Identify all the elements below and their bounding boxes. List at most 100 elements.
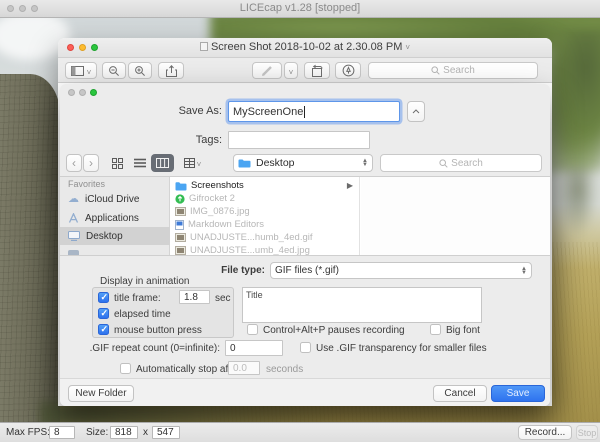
title-textarea-value: Title (246, 290, 263, 300)
preview-search-field[interactable]: Search (368, 62, 538, 79)
file-name: IMG_0876.jpg (190, 206, 250, 217)
zoom-icon[interactable] (90, 89, 97, 96)
elapsed-time-checkbox[interactable] (98, 308, 109, 319)
file-row-unadjusted-jpg[interactable]: UNADJUSTE...umb_4ed.jpg (173, 244, 359, 256)
chevron-up-icon (412, 109, 420, 114)
size-width-input[interactable]: 818 (110, 426, 138, 439)
pause-recording-label: Control+Alt+P pauses recording (263, 325, 405, 336)
max-fps-input[interactable]: 8 (49, 426, 75, 439)
markup-circle-icon (342, 64, 354, 77)
minimize-icon (79, 89, 86, 96)
file-row-unadjusted-gif[interactable]: UNADJUSTE...humb_4ed.gif (173, 231, 359, 244)
sidebar-item-label: Desktop (86, 230, 123, 242)
rotate-icon (311, 64, 322, 77)
title-chevron-icon[interactable] (405, 41, 410, 53)
favorites-sidebar: Favorites ☁ iCloud Drive Applications De… (60, 177, 170, 255)
preview-window-title: Screen Shot 2018-10-02 at 2.30.08 PM (58, 41, 552, 53)
animation-group-box: title frame: 1.8 sec elapsed time mouse … (92, 287, 234, 338)
file-row-screenshots[interactable]: Screenshots ▶ (173, 179, 359, 192)
desktop-icon (68, 231, 80, 241)
preview-titlebar: Screen Shot 2018-10-02 at 2.30.08 PM (58, 38, 552, 58)
file-row-gifrocket[interactable]: Gifrocket 2 (173, 192, 359, 205)
sidebar-item-applications[interactable]: Applications (60, 209, 170, 227)
sidebar-view-button[interactable] (65, 62, 97, 79)
auto-stop-unit: seconds (266, 364, 304, 375)
expand-panel-button[interactable] (407, 101, 425, 122)
chevron-down-icon (289, 62, 294, 80)
icon-view-button[interactable] (107, 154, 128, 172)
file-type-label: File type: (221, 265, 265, 276)
markup-toolbar-button[interactable] (335, 62, 361, 79)
licecap-titlebar: LICEcap v1.28 [stopped] (0, 0, 600, 18)
cancel-button[interactable]: Cancel (433, 385, 487, 402)
max-fps-value: 8 (54, 427, 60, 438)
rotate-button[interactable] (304, 62, 330, 79)
location-dropdown[interactable]: Desktop ▲ ▼ (233, 154, 373, 172)
pause-recording-checkbox[interactable] (247, 324, 258, 335)
image-file-icon (175, 207, 186, 216)
auto-stop-checkbox[interactable] (120, 363, 131, 374)
folder-icon (175, 181, 187, 190)
markup-pen-button[interactable] (252, 62, 282, 79)
licecap-window: LICEcap v1.28 [stopped] Screen Shot 2018… (0, 0, 600, 442)
size-times-label: x (143, 427, 148, 438)
zoom-in-button[interactable] (128, 62, 152, 79)
preview-title-text: Screen Shot 2018-10-02 at 2.30.08 PM (210, 41, 403, 53)
elapsed-time-label: elapsed time (114, 309, 171, 320)
chevron-down-icon (87, 62, 92, 80)
big-font-checkbox[interactable] (430, 324, 441, 335)
image-file-icon (175, 246, 186, 255)
title-frame-unit: sec (215, 293, 231, 304)
document-icon (175, 219, 184, 230)
title-frame-label: title frame: (114, 293, 161, 304)
size-width-value: 818 (115, 427, 132, 438)
repeat-count-value: 0 (230, 342, 236, 354)
new-folder-button[interactable]: New Folder (68, 385, 134, 402)
record-button[interactable]: Record... (518, 425, 572, 440)
close-icon (68, 89, 75, 96)
title-frame-checkbox[interactable] (98, 292, 109, 303)
mouse-button-checkbox[interactable] (98, 324, 109, 335)
save-dialog: Save As: MyScreenOne Tags: ‹ › Desktop ▲… (60, 84, 550, 406)
repeat-count-label: .GIF repeat count (0=infinite): (89, 343, 220, 354)
share-button[interactable] (158, 62, 184, 79)
back-button[interactable]: ‹ (66, 154, 82, 172)
tags-label: Tags: (195, 134, 222, 146)
auto-stop-input[interactable]: 0.0 (228, 361, 260, 375)
repeat-count-input[interactable]: 0 (225, 340, 283, 356)
file-column-empty (361, 177, 550, 255)
zoom-in-icon (135, 65, 145, 76)
gif-transparency-checkbox[interactable] (300, 342, 311, 353)
sidebar-item-partial (68, 250, 79, 255)
title-frame-input[interactable]: 1.8 (179, 290, 210, 304)
new-folder-label: New Folder (75, 388, 127, 399)
file-row-img[interactable]: IMG_0876.jpg (173, 205, 359, 218)
gif-transparency-label: Use .GIF transparency for smaller files (316, 343, 487, 354)
list-view-button[interactable] (129, 154, 150, 172)
sidebar-item-desktop[interactable]: Desktop (60, 227, 170, 245)
big-font-label: Big font (446, 325, 480, 336)
preview-toolbar: Search (58, 58, 552, 83)
licecap-title: LICEcap v1.28 [stopped] (239, 2, 361, 14)
elephant (0, 74, 60, 422)
pen-options-dropdown[interactable] (284, 62, 298, 79)
column-view-button[interactable] (151, 154, 174, 172)
stop-label: Stop (577, 427, 597, 438)
zoom-out-button[interactable] (102, 62, 126, 79)
sidebar-header: Favorites (68, 179, 106, 189)
size-height-input[interactable]: 547 (152, 426, 180, 439)
title-textarea[interactable]: Title (242, 287, 482, 323)
forward-button[interactable]: › (83, 154, 99, 172)
dialog-search-field[interactable]: Search (380, 154, 542, 172)
file-row-markdown[interactable]: Markdown Editors (173, 218, 359, 231)
sidebar-item-icloud-drive[interactable]: ☁ iCloud Drive (60, 190, 170, 208)
file-type-dropdown[interactable]: GIF files (*.gif) ▲ ▼ (270, 262, 532, 279)
dialog-button-bar: New Folder Cancel Save (60, 378, 550, 406)
column-view-icon (156, 158, 169, 168)
grouping-button[interactable] (179, 154, 206, 172)
save-as-input[interactable]: MyScreenOne (228, 101, 400, 122)
sidebar-item-label: iCloud Drive (85, 193, 140, 205)
tags-input[interactable] (228, 131, 370, 149)
file-name: UNADJUSTE...umb_4ed.jpg (190, 245, 310, 256)
save-button[interactable]: Save (491, 385, 545, 402)
